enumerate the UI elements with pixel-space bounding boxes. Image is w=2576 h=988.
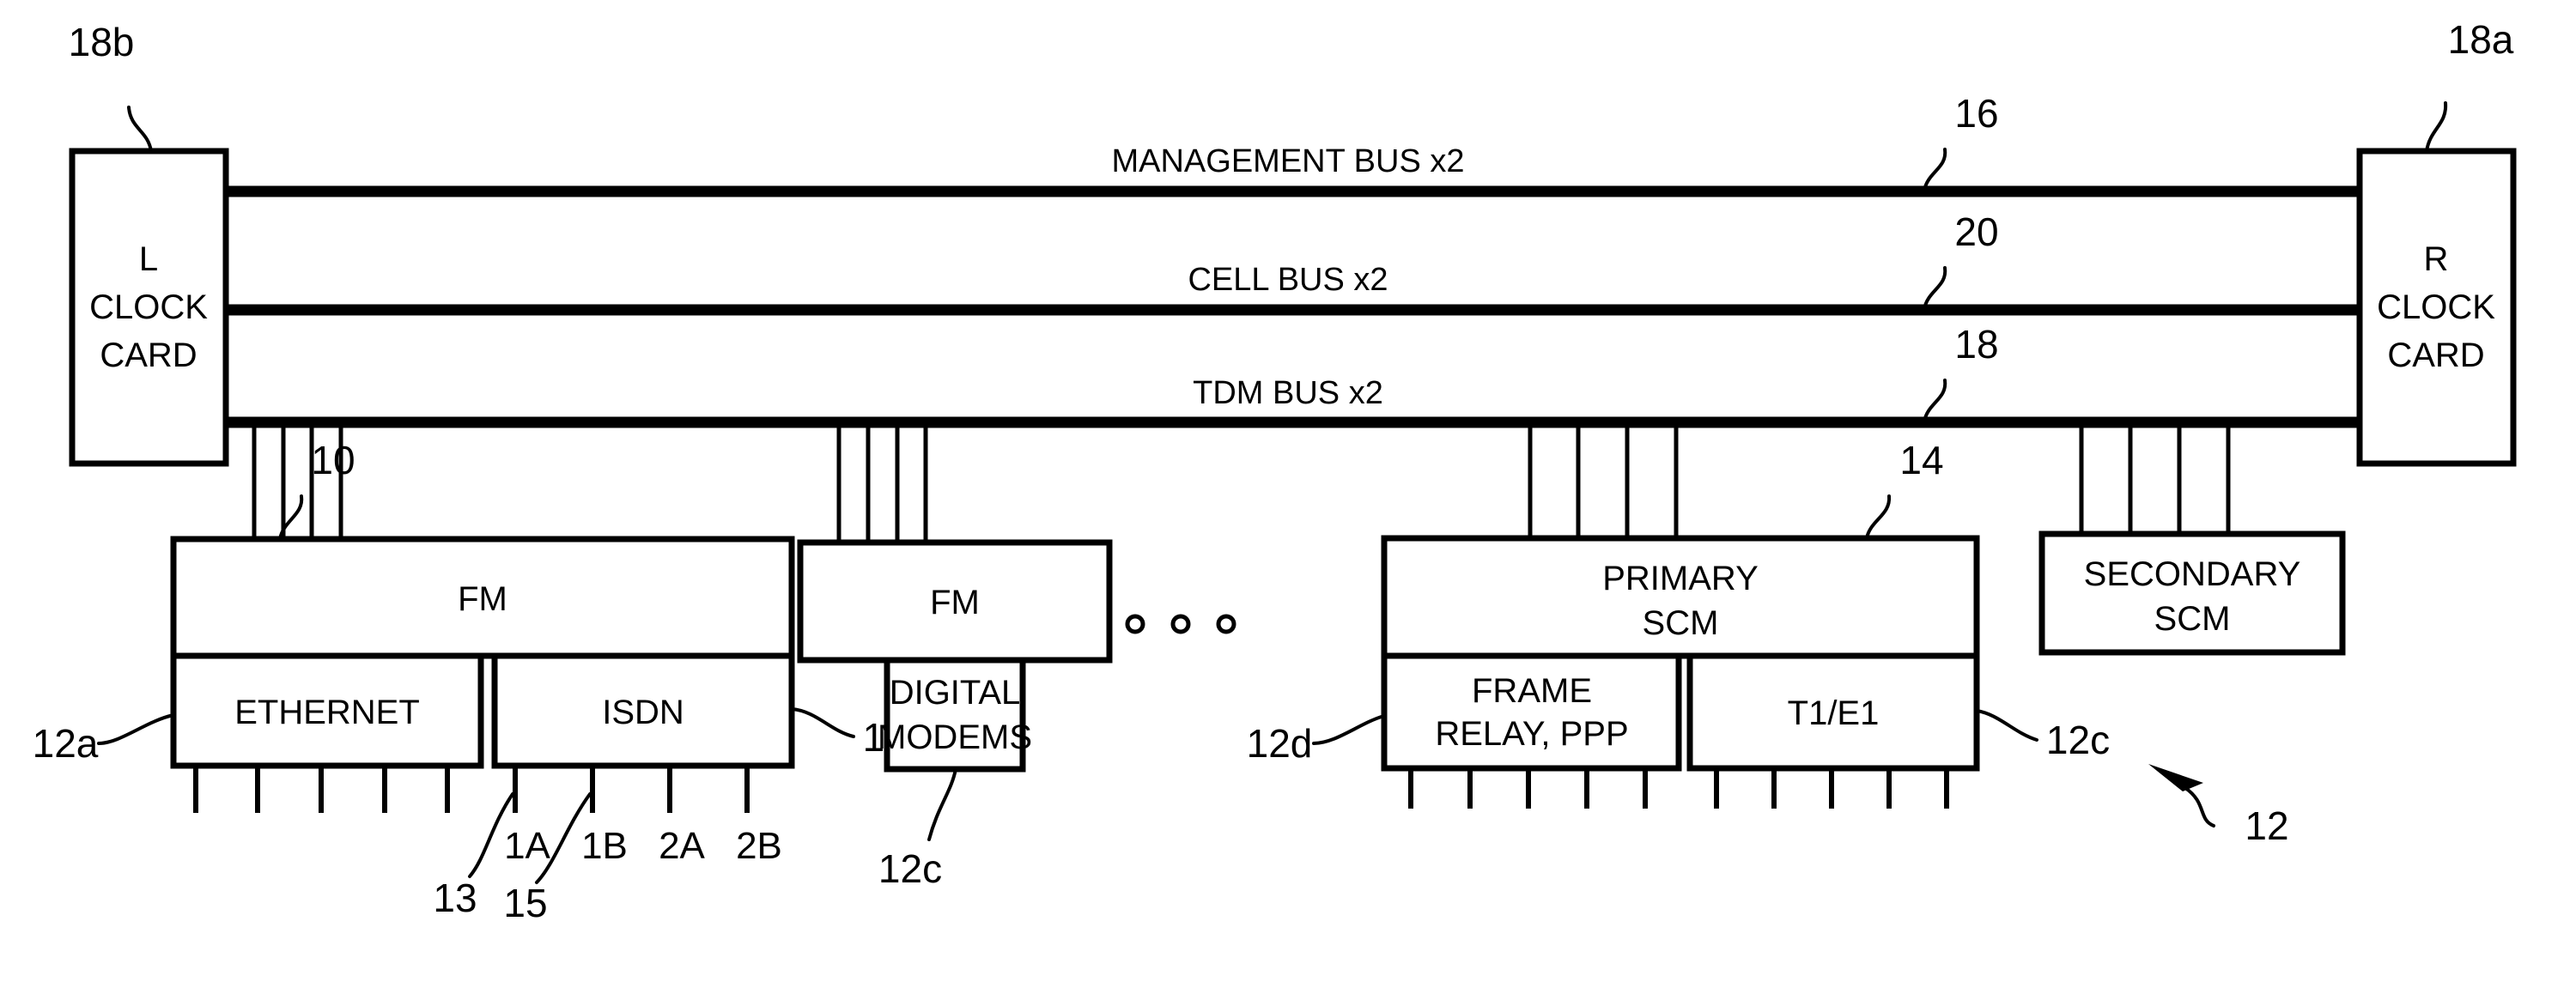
frame-relay-ref-label: 12d	[1247, 721, 1313, 766]
chassis-arrowhead-icon	[2148, 764, 2203, 791]
ethernet-leader-line	[97, 713, 175, 745]
chassis-reference: 12	[2148, 764, 2289, 848]
tdm-bus[interactable]: TDM BUS x2	[226, 375, 2360, 428]
primary-scm-line2: SCM	[1643, 604, 1719, 642]
frame-relay-leader-line	[1312, 714, 1386, 745]
isdn-port-label-2a: 2A	[659, 825, 705, 867]
ellipsis-dot	[1170, 614, 1191, 634]
tdm-bus-reference: 18	[1923, 322, 1999, 423]
ethernet-submodule-label: ETHERNET	[234, 694, 420, 731]
secondary-scm-line1: SECONDARY	[2084, 555, 2301, 593]
primary-scm-line1: PRIMARY	[1602, 560, 1759, 597]
isdn-port-label-1a: 1A	[504, 825, 550, 867]
left-clock-card[interactable]: L CLOCK CARD	[69, 148, 229, 467]
frame-relay-reference: 12d	[1247, 714, 1386, 766]
block-diagram: L CLOCK CARD 18b R CLOCK CARD 18a MANAGE…	[33, 17, 2517, 925]
left-clock-card-leader-line	[127, 106, 153, 153]
ellipsis-dot	[1125, 614, 1145, 634]
backplane-stub-group-primary-scm	[1528, 422, 1679, 538]
t1-e1-pin-group	[1714, 768, 1949, 809]
left-clock-card-line3: CARD	[100, 336, 197, 374]
isdn-pin-group	[513, 766, 750, 813]
patent-figure-canvas: L CLOCK CARD 18b R CLOCK CARD 18a MANAGE…	[0, 0, 2576, 988]
primary-scm-card[interactable]: PRIMARY SCM FRAME RELAY, PPP T1/E1	[1381, 535, 1980, 772]
right-clock-card-reference: 18a	[2425, 17, 2514, 153]
management-bus-reference: 16	[1923, 91, 1999, 192]
right-clock-card-line3: CARD	[2387, 336, 2484, 374]
chassis-ref-label: 12	[2245, 803, 2288, 848]
left-clock-card-ref-label: 18b	[69, 20, 135, 64]
digital-modems-ref-label: 12c	[878, 846, 942, 891]
right-clock-card-ref-label: 18a	[2448, 17, 2514, 62]
port-reference-13: 13	[433, 792, 514, 920]
isdn-port-label-2b: 2B	[736, 825, 782, 867]
management-bus-label: MANAGEMENT BUS x2	[1111, 143, 1464, 179]
frame-relay-pin-group	[1408, 768, 1648, 809]
frame-relay-line1: FRAME	[1472, 672, 1592, 710]
ethernet-reference: 12a	[33, 713, 175, 766]
port-15-ref-label: 15	[503, 881, 547, 925]
t1-e1-label: T1/E1	[1788, 694, 1880, 732]
tdm-bus-ref-label: 18	[1954, 322, 1998, 367]
backplane-stub-group-fm2	[836, 422, 928, 542]
ethernet-ref-label: 12a	[33, 721, 99, 766]
cell-bus-label: CELL BUS x2	[1188, 262, 1388, 298]
t1-e1-leader-line	[1975, 709, 2038, 742]
fm-card-1-ref-label: 10	[311, 438, 355, 482]
right-clock-card-leader-line	[2425, 101, 2448, 153]
port-13-ref-label: 13	[433, 876, 477, 920]
cell-bus-leader-line	[1923, 266, 1947, 311]
frame-relay-line2: RELAY, PPP	[1435, 715, 1628, 753]
primary-scm-reference: 14	[1865, 438, 1944, 540]
chassis-leader-line	[2184, 786, 2215, 827]
management-bus-ref-label: 16	[1954, 91, 1998, 136]
secondary-scm-line2: SCM	[2154, 600, 2231, 638]
fm-card-1-title: FM	[458, 580, 507, 618]
cell-bus-reference: 20	[1923, 209, 1999, 311]
right-clock-card[interactable]: R CLOCK CARD	[2356, 148, 2517, 467]
primary-scm-leader-line	[1865, 494, 1892, 540]
backplane-stub-group-secondary-scm	[2079, 422, 2231, 534]
ellipsis-more-cards	[1125, 614, 1236, 634]
isdn-port-label-1b: 1B	[581, 825, 628, 867]
fm-card-1-reference: 10	[278, 438, 355, 541]
secondary-scm-card[interactable]: SECONDARY SCM	[2038, 530, 2346, 656]
left-clock-card-line2: CLOCK	[89, 288, 208, 326]
digital-modems-line1: DIGITAL	[890, 674, 1021, 712]
cell-bus[interactable]: CELL BUS x2	[226, 262, 2360, 316]
tdm-bus-label: TDM BUS x2	[1193, 375, 1383, 411]
management-bus-leader-line	[1923, 148, 1947, 192]
t1-e1-ref-label: 12c	[2046, 718, 2110, 762]
isdn-submodule-label: ISDN	[602, 694, 684, 731]
management-bus[interactable]: MANAGEMENT BUS x2	[226, 143, 2360, 197]
fm-card-2-title: FM	[930, 584, 980, 621]
right-clock-card-line2: CLOCK	[2377, 288, 2495, 326]
left-clock-card-line1: L	[139, 240, 158, 278]
left-clock-card-reference: 18b	[69, 20, 153, 153]
digital-modems-line2: MODEMS	[878, 718, 1032, 756]
cell-bus-ref-label: 20	[1954, 209, 1998, 254]
t1-e1-reference: 12c	[1975, 709, 2110, 762]
isdn-leader-line	[790, 707, 855, 738]
ethernet-pin-group	[193, 766, 450, 813]
primary-scm-ref-label: 14	[1899, 438, 1943, 482]
digital-modems-leader-line	[927, 767, 957, 841]
tdm-bus-leader-line	[1923, 379, 1947, 423]
ellipsis-dot	[1216, 614, 1236, 634]
right-clock-card-line1: R	[2424, 240, 2449, 278]
fm-card-1[interactable]: FM ETHERNET ISDN	[170, 536, 795, 769]
digital-modems-reference: 12c	[878, 767, 957, 891]
